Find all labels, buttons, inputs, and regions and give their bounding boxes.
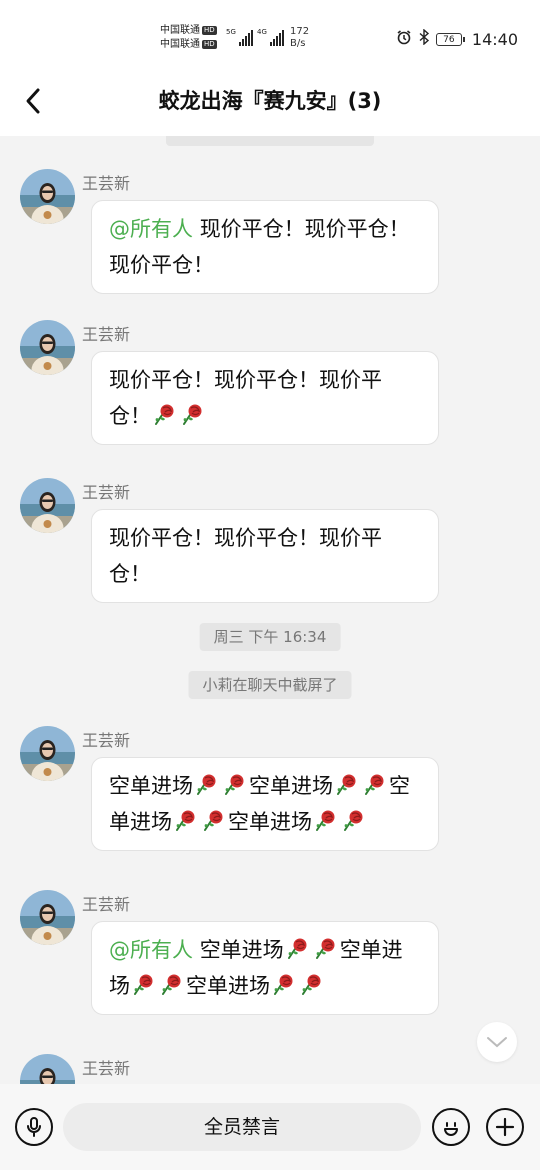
mention-all[interactable]: @所有人 [109, 217, 193, 241]
sender-name: 王芸新 [82, 325, 131, 344]
page-title: 蛟龙出海『赛九安』(3) [158, 89, 382, 113]
back-button[interactable] [18, 86, 48, 116]
message-text: 空单进场 空单进场 空单进场 空单进场 [109, 774, 410, 834]
message-text: 现价平仓！现价平仓！现价平仓！ [109, 368, 382, 428]
plus-icon [495, 1117, 515, 1137]
chevron-down-icon [487, 1037, 507, 1048]
message-bubble[interactable]: @所有人 空单进场 空单进场 空单进场 [91, 921, 439, 1015]
rose-emoji-icon [335, 772, 359, 796]
microphone-icon [27, 1117, 41, 1137]
chevron-left-icon [26, 88, 40, 114]
message-text: 现价平仓！现价平仓！现价平仓！ [109, 526, 382, 586]
carrier-2: 中国联通 [160, 39, 200, 50]
rose-emoji-icon [195, 772, 219, 796]
message-bubble[interactable]: 现价平仓！现价平仓！现价平仓！ [91, 351, 439, 445]
carrier-info: 中国联通 HD 中国联通 HD [160, 24, 217, 52]
cut-off-notice [166, 136, 374, 146]
rose-emoji-icon [286, 936, 310, 960]
voice-button[interactable] [15, 1108, 53, 1146]
rose-emoji-icon [314, 808, 338, 832]
hd-badge: HD [202, 39, 217, 49]
input-bar: 全员禁言 [0, 1084, 540, 1170]
muted-notice: 全员禁言 [63, 1103, 421, 1151]
more-button[interactable] [486, 1108, 524, 1146]
chat-area[interactable]: 王芸新 @所有人 现价平仓！现价平仓！现价平仓！ 王芸新 现价平仓！现价平仓！现… [0, 136, 540, 1084]
rose-emoji-icon [342, 808, 366, 832]
emoji-button[interactable] [432, 1108, 470, 1146]
sender-name: 王芸新 [82, 1059, 131, 1078]
rose-emoji-icon [160, 972, 184, 996]
screenshot-notice: 小莉在聊天中截屏了 [188, 671, 352, 699]
rose-emoji-icon [314, 936, 338, 960]
status-bar: 中国联通 HD 中国联通 HD 5G 4G 172 B/s 76 14:40 [0, 0, 540, 70]
rose-emoji-icon [363, 772, 387, 796]
avatar[interactable] [20, 726, 75, 781]
mention-all[interactable]: @所有人 [109, 938, 193, 962]
signal-5g-icon: 5G [226, 28, 253, 46]
avatar[interactable] [20, 1054, 75, 1084]
alarm-icon [396, 29, 412, 49]
message-bubble[interactable]: @所有人 现价平仓！现价平仓！现价平仓！ [91, 200, 439, 294]
net-speed: 172 B/s [290, 26, 310, 49]
rose-emoji-icon [132, 972, 156, 996]
smiley-icon [444, 1122, 458, 1136]
rose-emoji-icon [223, 772, 247, 796]
bluetooth-icon [418, 28, 430, 49]
sender-name: 王芸新 [82, 174, 131, 193]
timestamp: 周三 下午 16:34 [199, 623, 341, 651]
battery-icon: 76 [435, 32, 465, 46]
sender-name: 王芸新 [82, 731, 131, 750]
sender-name: 王芸新 [82, 483, 131, 502]
scroll-to-bottom-button[interactable] [477, 1022, 517, 1062]
rose-emoji-icon [181, 402, 205, 426]
avatar[interactable] [20, 890, 75, 945]
rose-emoji-icon [272, 972, 296, 996]
rose-emoji-icon [153, 402, 177, 426]
chat-header: 蛟龙出海『赛九安』(3) [0, 70, 540, 136]
sender-name: 王芸新 [82, 895, 131, 914]
message-bubble[interactable]: 现价平仓！现价平仓！现价平仓！ [91, 509, 439, 603]
message-bubble[interactable]: 空单进场 空单进场 空单进场 空单进场 [91, 757, 439, 851]
hd-badge: HD [202, 25, 217, 35]
avatar[interactable] [20, 320, 75, 375]
status-time: 14:40 [471, 29, 518, 49]
signal-4g-icon: 4G [257, 28, 284, 46]
rose-emoji-icon [300, 972, 324, 996]
rose-emoji-icon [202, 808, 226, 832]
rose-emoji-icon [174, 808, 198, 832]
carrier-1: 中国联通 [160, 25, 200, 36]
avatar[interactable] [20, 169, 75, 224]
avatar[interactable] [20, 478, 75, 533]
